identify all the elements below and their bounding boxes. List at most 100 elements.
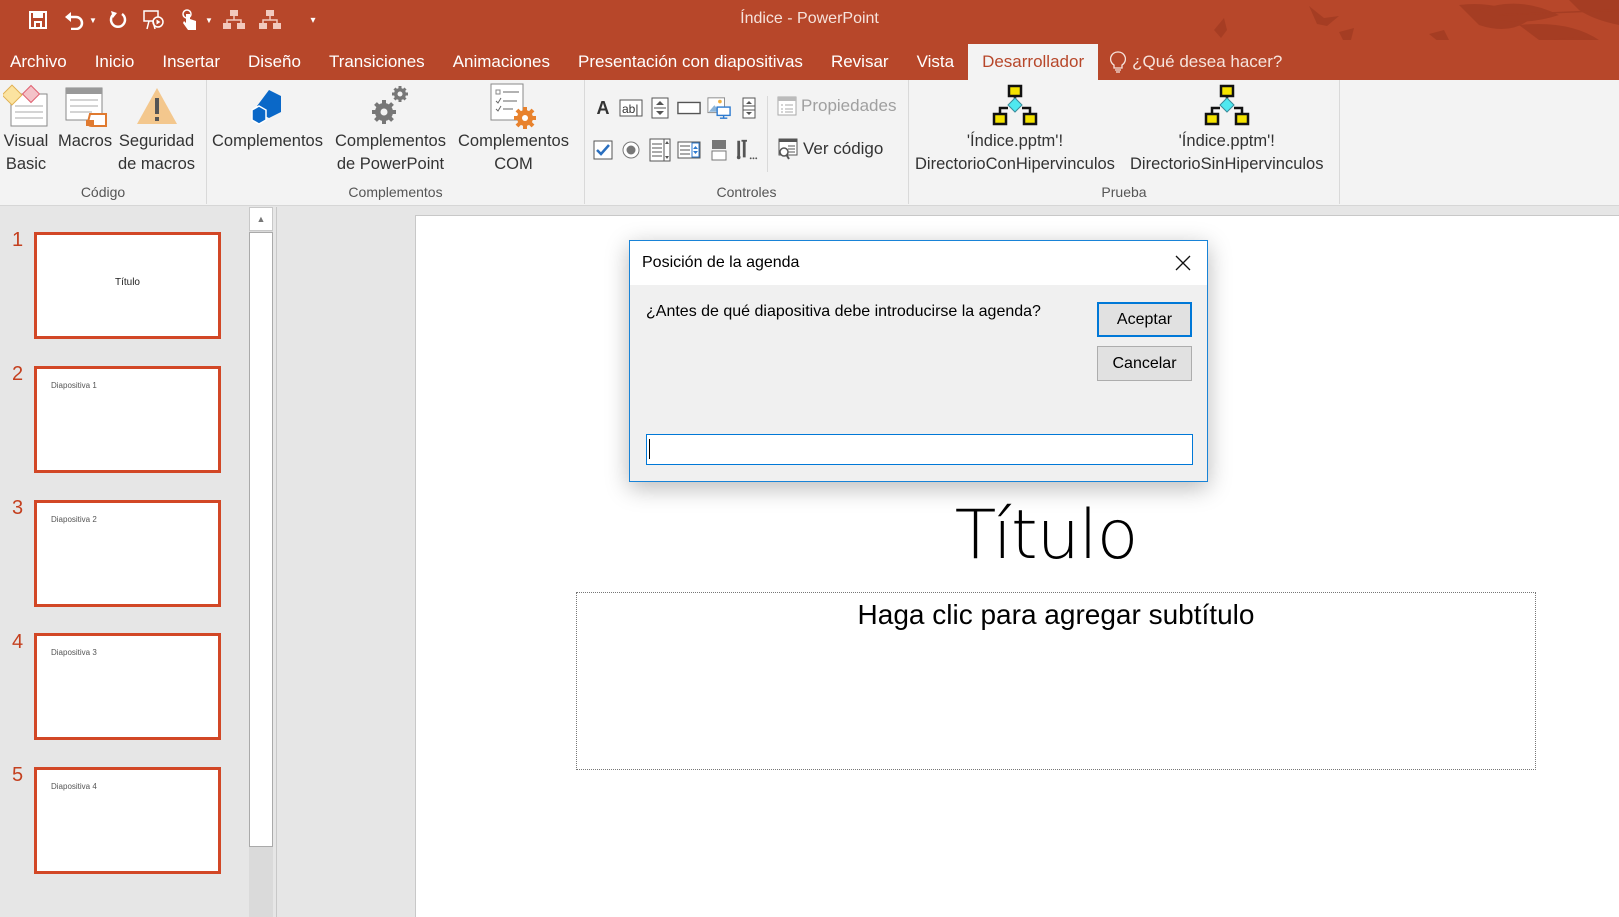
complementos-label: Complementos (212, 132, 323, 150)
slide-title[interactable]: Título (416, 496, 1619, 575)
tab-revisar[interactable]: Revisar (817, 44, 903, 80)
toggle-icon (711, 140, 727, 161)
combobox-control-button[interactable] (677, 138, 701, 162)
tab-transiciones[interactable]: Transiciones (315, 44, 439, 80)
tell-me-search[interactable]: ¿Qué desea hacer? (1098, 44, 1294, 80)
cancel-button[interactable]: Cancelar (1097, 346, 1192, 381)
label-control-button[interactable]: A (591, 96, 615, 120)
com-addins-icon (489, 82, 537, 130)
slide-position-input[interactable] (646, 434, 1193, 465)
powerpoint-addins-button[interactable]: Complementos de PowerPoint (335, 82, 446, 176)
tab-vista[interactable]: Vista (903, 44, 969, 80)
slide-number: 5 (12, 764, 24, 786)
properties-button[interactable]: Propiedades (777, 96, 896, 116)
group-label-prueba: Prueba (1101, 184, 1147, 200)
command-button-icon (677, 101, 701, 115)
group-label-codigo: Código (80, 184, 126, 200)
ok-button[interactable]: Aceptar (1097, 302, 1192, 337)
slide-thumbnail-4[interactable]: Diapositiva 3 (34, 633, 221, 740)
view-code-button[interactable]: Ver código (777, 138, 883, 160)
macros-icon (61, 82, 109, 130)
slide-number: 3 (12, 497, 24, 519)
properties-icon (777, 96, 797, 116)
command-button-control[interactable] (677, 96, 701, 120)
group-label-complementos: Complementos (348, 184, 443, 200)
org-chart-icon (1203, 82, 1251, 130)
com-addins-button[interactable]: Complementos COM (458, 82, 569, 176)
directorio-sin-label-2: DirectorioSinHipervinculos (1130, 155, 1324, 173)
controls-separator (767, 96, 768, 172)
slideshow-icon (143, 10, 164, 30)
directorio-sin-hipervinculos-button[interactable]: 'Índice.pptm'! DirectorioSinHipervinculo… (1130, 82, 1324, 176)
subtitle-placeholder-text: Haga clic para agregar subtítulo (857, 599, 1255, 630)
dialog-title-bar[interactable]: Posición de la agenda (630, 241, 1207, 285)
slide-number: 4 (12, 631, 24, 653)
macro-security-button[interactable]: Seguridad de macros (118, 82, 195, 176)
macro-con-hipervinculos-qat-button[interactable] (216, 4, 252, 36)
subtitle-placeholder[interactable]: Haga clic para agregar subtítulo (576, 592, 1536, 770)
visual-basic-label-2: Basic (5, 155, 47, 173)
directorio-con-hipervinculos-button[interactable]: 'Índice.pptm'! DirectorioConHipervinculo… (915, 82, 1115, 176)
org-chart-icon (991, 82, 1039, 130)
tab-desarrollador[interactable]: Desarrollador (968, 44, 1099, 80)
tab-archivo[interactable]: Archivo (0, 44, 81, 80)
chevron-down-icon: ▼ (205, 15, 213, 25)
group-label-controles: Controles (716, 184, 777, 200)
tab-inicio[interactable]: Inicio (81, 44, 149, 80)
group-controles: A ab| Propiedades Ver código Controles (585, 80, 909, 204)
checkbox-icon (593, 140, 613, 160)
powerpoint-addins-label-2: de PowerPoint (336, 155, 445, 173)
scrollbar-icon (742, 97, 756, 119)
slide-thumbnail-3[interactable]: Diapositiva 2 (34, 500, 221, 607)
toggle-button-control[interactable] (707, 138, 731, 162)
thumbnail-text: Diapositiva 4 (51, 782, 97, 791)
lightbulb-icon (1110, 51, 1127, 73)
scroll-up-button[interactable]: ▲ (249, 207, 273, 231)
macro-sin-hipervinculos-qat-button[interactable] (252, 4, 288, 36)
tab-animaciones[interactable]: Animaciones (439, 44, 564, 80)
gears-icon (366, 82, 414, 130)
input-dialog: Posición de la agenda ¿Antes de qué diap… (629, 240, 1208, 482)
save-button[interactable] (20, 4, 56, 36)
arrow-up-icon: ▲ (256, 214, 266, 224)
scrollbar-control-button[interactable] (737, 96, 761, 120)
more-controls-button[interactable] (735, 138, 759, 162)
customize-icon: ▾ (310, 14, 316, 26)
macros-button[interactable]: Macros (58, 82, 112, 153)
scroll-thumb[interactable] (249, 232, 273, 847)
title-bar: ▼ ▼ ▾ Índice - PowerPoint (0, 0, 1619, 64)
tab-presentacion[interactable]: Presentación con diapositivas (564, 44, 817, 80)
visual-basic-button[interactable]: Visual Basic (2, 82, 50, 176)
image-icon (707, 97, 731, 119)
tab-insertar[interactable]: Insertar (148, 44, 234, 80)
visual-basic-icon (2, 82, 50, 130)
group-prueba: 'Índice.pptm'! DirectorioConHipervinculo… (909, 80, 1340, 204)
customize-qat-button[interactable]: ▾ (298, 4, 328, 36)
hierarchy-icon (223, 10, 245, 29)
ribbon-tabs: Archivo Inicio Insertar Diseño Transicio… (0, 40, 1619, 80)
text-caret (649, 439, 650, 459)
directorio-con-label-2: DirectorioConHipervinculos (915, 155, 1115, 173)
spinbutton-control-button[interactable] (648, 96, 672, 120)
slide-thumbnail-2[interactable]: Diapositiva 1 (34, 366, 221, 473)
start-slideshow-button[interactable] (136, 4, 172, 36)
slide-thumbnail-1[interactable]: Título (34, 232, 221, 339)
slide-thumbnail-5[interactable]: Diapositiva 4 (34, 767, 221, 874)
listbox-control-button[interactable] (648, 138, 672, 162)
complementos-button[interactable]: Complementos (212, 82, 323, 153)
tab-diseno[interactable]: Diseño (234, 44, 315, 80)
touch-mode-dropdown[interactable]: ▼ (202, 4, 216, 36)
group-codigo: Visual Basic Macros Seguridad de macros … (0, 80, 207, 204)
option-button-control[interactable] (619, 138, 643, 162)
redo-button[interactable] (100, 4, 136, 36)
label-control-icon: A (596, 97, 610, 118)
dialog-close-button[interactable] (1163, 245, 1203, 281)
image-control-button[interactable] (707, 96, 731, 120)
macro-security-label-1: Seguridad (118, 132, 195, 150)
textbox-icon: ab| (619, 99, 643, 117)
undo-icon (65, 12, 84, 30)
undo-dropdown[interactable]: ▼ (86, 4, 100, 36)
thumbnails-scrollbar[interactable]: ▲ (249, 207, 273, 917)
textbox-control-button[interactable]: ab| (619, 96, 643, 120)
checkbox-control-button[interactable] (591, 138, 615, 162)
